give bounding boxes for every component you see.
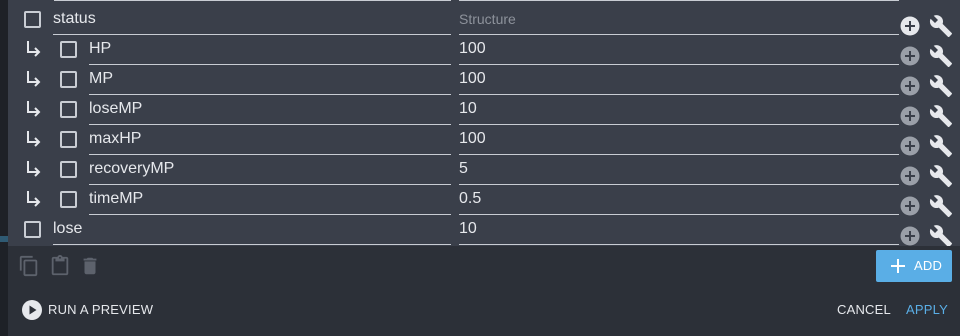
variable-value-field[interactable]: 0.5 bbox=[459, 188, 899, 215]
row-checkbox[interactable] bbox=[60, 161, 77, 178]
add-circle-icon[interactable] bbox=[900, 196, 920, 216]
apply-button[interactable]: APPLY bbox=[906, 302, 948, 317]
child-arrow-icon bbox=[27, 71, 41, 87]
variable-value-field[interactable]: 10 bbox=[459, 218, 899, 245]
add-circle-icon[interactable] bbox=[900, 136, 920, 156]
add-circle-icon[interactable] bbox=[900, 76, 920, 96]
add-circle-icon[interactable] bbox=[900, 226, 920, 246]
variable-name-field[interactable]: recoveryMP bbox=[89, 158, 451, 185]
variable-value-field[interactable]: 100 bbox=[459, 128, 899, 155]
copy-icon[interactable] bbox=[18, 254, 40, 278]
variable-value-field[interactable]: 5 bbox=[459, 158, 899, 185]
variable-tree: status Structure HP 100 MP 100 loseMP 10 maxHP 10… bbox=[8, 0, 960, 248]
variable-value-field[interactable]: 100 bbox=[459, 68, 899, 95]
row-checkbox[interactable] bbox=[60, 41, 77, 58]
row-checkbox[interactable] bbox=[60, 131, 77, 148]
cancel-button[interactable]: CANCEL bbox=[837, 302, 891, 317]
run-preview-label: RUN A PREVIEW bbox=[48, 302, 154, 317]
variable-value-field[interactable]: Structure bbox=[459, 8, 899, 35]
child-arrow-icon bbox=[27, 161, 41, 177]
variable-row: HP 100 bbox=[8, 35, 960, 67]
variable-name-field[interactable]: maxHP bbox=[89, 128, 451, 155]
variable-value-field[interactable]: 10 bbox=[459, 98, 899, 125]
trash-icon[interactable] bbox=[79, 254, 101, 278]
paste-icon[interactable] bbox=[49, 254, 71, 278]
variable-value-field[interactable]: 100 bbox=[459, 38, 899, 65]
row-checkbox[interactable] bbox=[60, 101, 77, 118]
variable-row: recoveryMP 5 bbox=[8, 155, 960, 187]
variable-row: MP 100 bbox=[8, 65, 960, 97]
play-icon bbox=[22, 300, 42, 320]
add-circle-icon[interactable] bbox=[900, 166, 920, 186]
add-circle-icon[interactable] bbox=[900, 106, 920, 126]
previous-row-value-underline bbox=[459, 0, 899, 1]
variable-row: status Structure bbox=[8, 5, 960, 37]
variable-name-field[interactable]: lose bbox=[53, 218, 451, 245]
child-arrow-icon bbox=[27, 191, 41, 207]
plus-icon bbox=[891, 259, 905, 273]
variable-name-field[interactable]: status bbox=[53, 8, 451, 35]
variable-name-field[interactable]: MP bbox=[89, 68, 451, 95]
variable-name-field[interactable]: timeMP bbox=[89, 188, 451, 215]
row-checkbox[interactable] bbox=[60, 71, 77, 88]
row-checkbox[interactable] bbox=[24, 11, 41, 28]
row-checkbox[interactable] bbox=[60, 191, 77, 208]
add-button[interactable]: ADD bbox=[876, 250, 952, 282]
row-checkbox[interactable] bbox=[24, 221, 41, 238]
child-arrow-icon bbox=[27, 101, 41, 117]
variable-row: maxHP 100 bbox=[8, 125, 960, 157]
bottom-toolbar: ADD RUN A PREVIEW CANCEL APPLY bbox=[8, 246, 960, 336]
previous-row-name-underline bbox=[54, 0, 451, 1]
add-button-label: ADD bbox=[914, 258, 943, 273]
variable-row: loseMP 10 bbox=[8, 95, 960, 127]
variable-row: lose 10 bbox=[8, 215, 960, 248]
variable-name-field[interactable]: loseMP bbox=[89, 98, 451, 125]
child-arrow-icon bbox=[27, 131, 41, 147]
backdrop-accent-strip bbox=[0, 236, 8, 242]
wrench-icon[interactable] bbox=[929, 224, 953, 248]
child-arrow-icon bbox=[27, 41, 41, 57]
add-circle-icon[interactable] bbox=[900, 16, 920, 36]
add-circle-icon[interactable] bbox=[900, 46, 920, 66]
variable-name-field[interactable]: HP bbox=[89, 38, 451, 65]
backdrop bbox=[0, 0, 8, 336]
variable-row: timeMP 0.5 bbox=[8, 185, 960, 217]
